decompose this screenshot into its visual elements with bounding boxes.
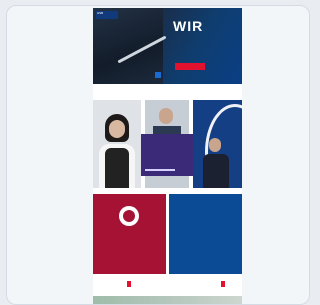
hero-title: WIR — [173, 18, 204, 34]
tag-left[interactable] — [127, 281, 131, 287]
seal-icon — [119, 206, 139, 226]
blue-info-block — [169, 194, 242, 274]
tag-right[interactable] — [221, 281, 225, 287]
link-row — [93, 280, 242, 290]
hero-image — [93, 8, 163, 84]
preview-card: HSB WIR — [6, 5, 310, 305]
person-photo-woman — [93, 100, 141, 188]
person-photo-man-blue — [193, 100, 242, 188]
red-info-block — [93, 194, 166, 274]
hero-cta-button[interactable] — [175, 63, 205, 70]
play-icon[interactable] — [155, 72, 161, 78]
overlay-link-bar[interactable] — [145, 169, 175, 171]
website-preview[interactable]: HSB WIR — [93, 8, 242, 304]
bottom-image-strip — [93, 296, 242, 304]
quote-overlay[interactable] — [141, 134, 193, 176]
hero-section: HSB WIR — [93, 8, 242, 84]
people-section — [93, 92, 242, 188]
site-logo[interactable]: HSB — [96, 11, 118, 19]
